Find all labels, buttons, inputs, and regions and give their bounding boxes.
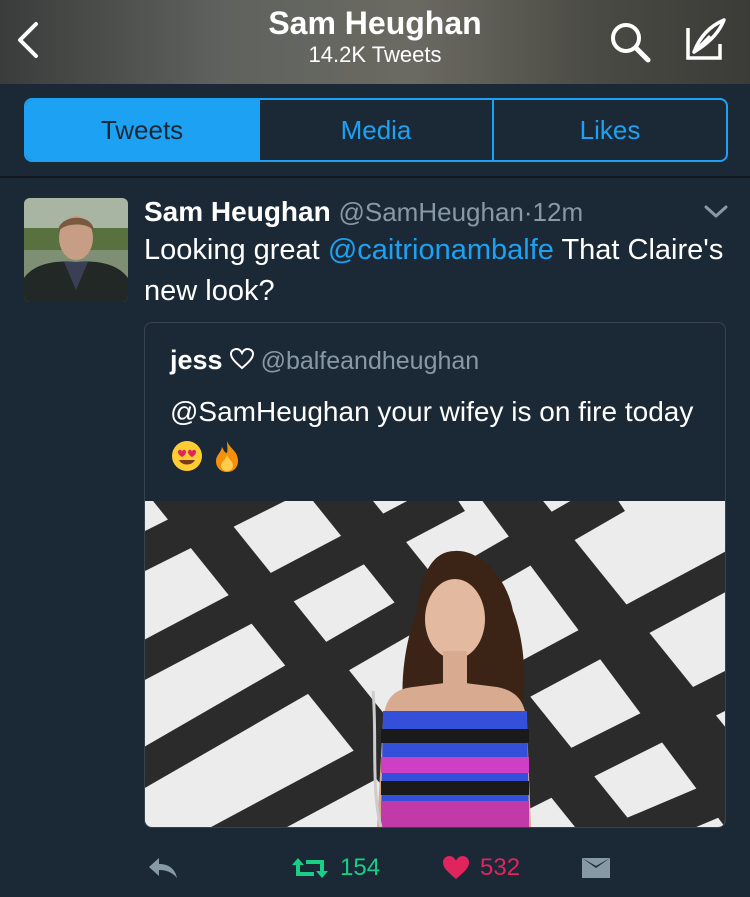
- like-count: 532: [480, 854, 521, 881]
- quoted-tweet-text: @SamHeughan your wifey is on fire today: [170, 389, 710, 481]
- reply-icon: [149, 858, 177, 878]
- profile-tabs-bar: Tweets Media Likes: [0, 84, 750, 176]
- tweet-time: 12m: [532, 197, 584, 227]
- quoted-author-name: jess: [170, 345, 223, 375]
- meta-separator: ·: [523, 197, 533, 227]
- heart-outline-icon: [229, 347, 254, 370]
- mention-link[interactable]: @caitrionambalfe: [328, 234, 554, 266]
- avatar[interactable]: [24, 198, 128, 302]
- tab-likes[interactable]: Likes: [492, 100, 726, 160]
- tweet-text-part: Looking great: [144, 234, 328, 266]
- quoted-tweet[interactable]: jess @balfeandheughan @SamHeughan your wi…: [144, 322, 726, 828]
- direct-message-button[interactable]: [580, 848, 612, 888]
- compose-tweet-icon[interactable]: [680, 14, 730, 66]
- reply-button[interactable]: [146, 848, 180, 888]
- retweet-button[interactable]: 154: [290, 848, 380, 888]
- tweet-author-line: Sam Heughan @SamHeughan·12m: [144, 196, 583, 228]
- quoted-author-handle: @balfeandheughan: [260, 347, 480, 375]
- tab-media[interactable]: Media: [258, 100, 492, 160]
- author-handle: @SamHeughan: [338, 197, 524, 227]
- like-button[interactable]: 532: [442, 848, 520, 888]
- fire-emoji-icon: [215, 441, 238, 472]
- tweet[interactable]: Sam Heughan @SamHeughan·12m Looking grea…: [0, 178, 750, 897]
- profile-header: Sam Heughan 14.2K Tweets: [0, 0, 750, 84]
- quoted-text-body: @SamHeughan your wifey is on fire today: [170, 396, 694, 427]
- quoted-author-line: jess @balfeandheughan: [170, 345, 479, 376]
- chevron-down-icon[interactable]: [702, 202, 730, 222]
- avatar-photo: [24, 198, 128, 302]
- heart-icon: [443, 856, 469, 879]
- author-name[interactable]: Sam Heughan: [144, 196, 331, 227]
- tweet-text: Looking great @caitrionambalfe That Clai…: [144, 230, 724, 312]
- retweet-icon: [292, 858, 328, 878]
- segmented-tabs: Tweets Media Likes: [24, 98, 728, 162]
- heart-eyes-emoji-icon: [172, 441, 202, 471]
- tab-tweets[interactable]: Tweets: [26, 100, 258, 160]
- quoted-tweet-photo[interactable]: [145, 501, 725, 827]
- search-icon[interactable]: [606, 18, 654, 66]
- envelope-icon: [582, 858, 610, 878]
- retweet-count: 154: [340, 854, 381, 881]
- tweet-actions: 154 532: [0, 848, 750, 888]
